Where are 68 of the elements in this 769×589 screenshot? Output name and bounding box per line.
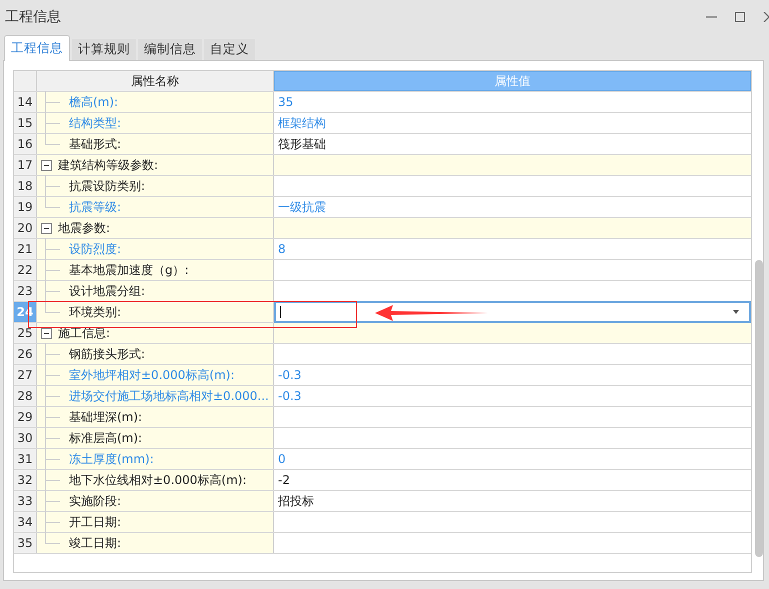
property-name: 地下水位线相对±0.000标高(m): (68, 472, 247, 488)
row-number: 23 (14, 281, 37, 301)
row-number: 21 (14, 239, 37, 259)
property-name: 冻土厚度(mm): (68, 450, 154, 468)
tab[interactable]: 计算规则 (72, 39, 136, 60)
property-name: 基本地震加速度（g）: (68, 262, 189, 278)
property-name: 进场交付施工场地标高相对±0.000... (68, 388, 269, 404)
caret-icon (733, 310, 739, 314)
row-number: 20 (14, 218, 37, 238)
dropdown-field[interactable] (274, 301, 751, 323)
row-number: 14 (14, 92, 37, 112)
minimize-icon[interactable] (706, 16, 717, 18)
scrollbar-thumb[interactable] (755, 260, 763, 557)
property-name: 结构类型: (68, 114, 122, 132)
property-name: 开工日期: (68, 514, 122, 530)
tab[interactable]: 编制信息 (138, 39, 202, 60)
row-number: 31 (14, 449, 37, 469)
column-header[interactable]: 属性名称 (37, 71, 274, 91)
property-value: 0 (278, 452, 286, 466)
property-name: 檐高(m): (68, 94, 118, 110)
property-value: 35 (278, 95, 294, 109)
collapse-icon[interactable] (41, 328, 52, 338)
property-value: 框架结构 (278, 114, 326, 132)
row-number: 29 (14, 407, 37, 427)
property-name: 环境类别: (68, 304, 122, 320)
row-number: 30 (14, 428, 37, 448)
group-label: 建筑结构等级参数: (57, 156, 158, 174)
property-name: 室外地坪相对±0.000标高(m): (68, 366, 235, 384)
property-value: 筏形基础 (278, 136, 326, 152)
property-name: 标准层高(m): (68, 430, 142, 446)
group-label: 施工信息: (57, 324, 110, 342)
property-name: 实施阶段: (68, 492, 122, 510)
property-name: 设计地震分组: (68, 282, 146, 300)
row-number: 35 (14, 533, 37, 553)
property-value: -0.3 (278, 389, 302, 403)
collapse-icon[interactable] (41, 160, 52, 170)
row-number: 15 (14, 113, 37, 133)
row-number: 16 (14, 134, 37, 154)
row-number: 17 (14, 155, 37, 175)
property-name: 设防烈度: (68, 240, 122, 258)
property-name: 抗震等级: (68, 198, 122, 216)
property-name: 基础埋深(m): (68, 408, 142, 426)
collapse-icon[interactable] (41, 222, 52, 234)
row-number: 18 (14, 176, 37, 196)
row-number: 33 (14, 491, 37, 511)
maximize-icon[interactable] (735, 12, 745, 22)
row-number: 26 (14, 344, 37, 364)
property-name: 基础形式: (68, 136, 122, 152)
row-number: 34 (14, 512, 37, 532)
property-value: 8 (278, 242, 286, 256)
row-number: 25 (14, 323, 37, 343)
row-number: 32 (14, 470, 37, 490)
row-number: 22 (14, 260, 37, 280)
property-name: 竣工日期: (68, 534, 122, 552)
row-number: 19 (14, 197, 37, 217)
property-value: 一级抗震 (278, 198, 326, 216)
window-title: 工程信息 (5, 8, 62, 26)
group-label: 地震参数: (57, 220, 110, 236)
property-value: -2 (278, 473, 290, 487)
property-value: -0.3 (278, 368, 302, 382)
row-number: 28 (14, 386, 37, 406)
property-value: 招投标 (278, 492, 314, 510)
property-name: 钢筋接头形式: (68, 346, 146, 362)
tab[interactable]: 工程信息 (4, 35, 70, 61)
row-number: 27 (14, 365, 37, 385)
property-name: 抗震设防类别: (68, 178, 146, 194)
close-icon[interactable] (763, 12, 769, 22)
tab[interactable]: 自定义 (204, 39, 255, 60)
